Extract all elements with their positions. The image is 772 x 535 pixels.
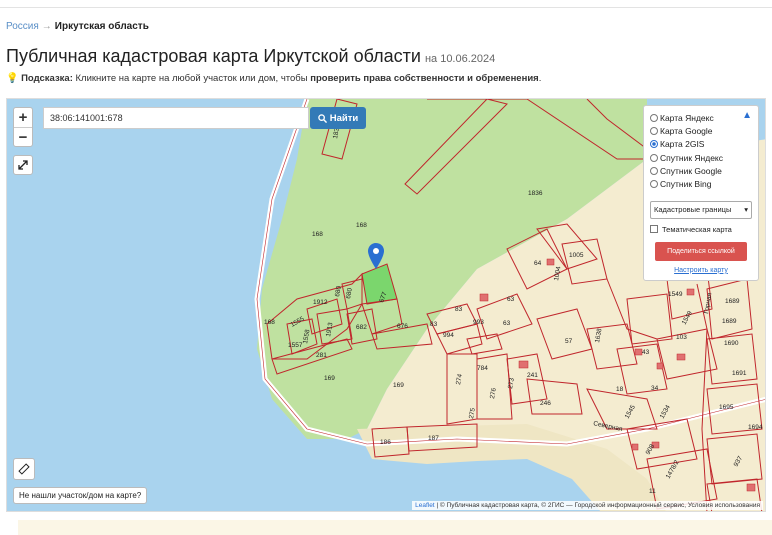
boundaries-select[interactable]: Кадастровые границы ▾	[650, 200, 752, 219]
ruler-icon	[18, 463, 30, 475]
find-button-label: Найти	[329, 112, 359, 124]
fullscreen-button[interactable]	[13, 155, 33, 175]
layers-panel: ▲ Карта Яндекс Карта Google Карта 2GIS Спут…	[643, 105, 759, 281]
top-bar	[0, 0, 772, 8]
layer-option[interactable]: Спутник Bing	[650, 177, 752, 190]
breadcrumb-current: Иркутская область	[54, 21, 149, 32]
cadastral-map[interactable]: 1838 1836 168 168 1912 680 680 677 1557 …	[6, 98, 766, 512]
lightbulb-icon: 💡	[6, 73, 19, 84]
zoom-out-button[interactable]: −	[14, 127, 32, 146]
radio-icon[interactable]	[650, 140, 658, 149]
layer-option-label: Карта Google	[660, 125, 713, 136]
layer-options: Карта Яндекс Карта Google Карта 2GIS Спутни…	[650, 111, 752, 191]
breadcrumb-root[interactable]: Россия	[6, 21, 39, 32]
leaflet-link[interactable]: Leaflet	[415, 502, 435, 509]
thematic-map-checkbox[interactable]: Тематическая карта	[650, 225, 752, 234]
hint-bold: проверить права собственности и обремене…	[310, 73, 539, 84]
layer-option[interactable]: Карта Яндекс	[650, 111, 752, 124]
attribution-text: | © Публичная кадастровая карта, © 2ГИС …	[436, 502, 760, 509]
radio-icon[interactable]	[650, 126, 658, 135]
radio-icon[interactable]	[650, 113, 658, 122]
not-found-button[interactable]: Не нашли участок/дом на карте?	[13, 487, 148, 504]
checkbox-box[interactable]	[650, 225, 658, 234]
expand-icon	[18, 160, 28, 170]
breadcrumb: Россия → Иркутская область	[6, 21, 149, 32]
cadastral-number-input[interactable]: 38:06:141001:678	[43, 107, 309, 129]
ruler-button[interactable]	[13, 458, 35, 480]
layer-option-label: Карта Яндекс	[660, 112, 714, 123]
zoom-control: + −	[13, 107, 33, 147]
chevron-down-icon: ▾	[744, 205, 748, 215]
boundaries-select-value: Кадастровые границы	[654, 205, 732, 215]
radio-icon[interactable]	[650, 153, 658, 162]
zoom-in-button[interactable]: +	[14, 108, 32, 127]
hint-label: Подсказка:	[21, 73, 73, 84]
layer-option[interactable]: Карта 2GIS	[650, 138, 752, 151]
page-title-text: Публичная кадастровая карта Иркутской об…	[6, 46, 421, 66]
layer-option-label: Спутник Google	[660, 165, 722, 176]
bottom-strip	[18, 520, 772, 535]
radio-icon[interactable]	[650, 166, 658, 175]
radio-icon[interactable]	[650, 180, 658, 189]
map-attribution: Leaflet | © Публичная кадастровая карта,…	[412, 501, 763, 510]
page-date: на 10.06.2024	[424, 53, 496, 65]
thematic-map-label: Тематическая карта	[662, 224, 732, 234]
share-link-button[interactable]: Поделиться ссылкой	[655, 241, 747, 261]
layer-option[interactable]: Спутник Яндекс	[650, 151, 752, 164]
page-title: Публичная кадастровая карта Иркутской об…	[6, 46, 495, 67]
layer-option[interactable]: Карта Google	[650, 124, 752, 137]
find-button[interactable]: Найти	[310, 107, 366, 129]
search-icon	[317, 113, 327, 123]
breadcrumb-arrow: →	[41, 21, 52, 32]
configure-map-link[interactable]: Настроить карту	[650, 267, 752, 274]
layer-option-label: Спутник Яндекс	[660, 152, 723, 163]
layer-option[interactable]: Спутник Google	[650, 164, 752, 177]
hint-text: Кликните на карте на любой участок или д…	[75, 73, 308, 84]
hint-end: .	[538, 73, 542, 84]
location-pin-icon[interactable]	[368, 243, 384, 269]
hint: 💡 Подсказка: Кликните на карте на любой …	[6, 73, 541, 84]
chevron-up-icon[interactable]: ▲	[742, 110, 752, 121]
layer-option-label: Спутник Bing	[660, 179, 712, 190]
layer-option-label: Карта 2GIS	[660, 139, 705, 150]
